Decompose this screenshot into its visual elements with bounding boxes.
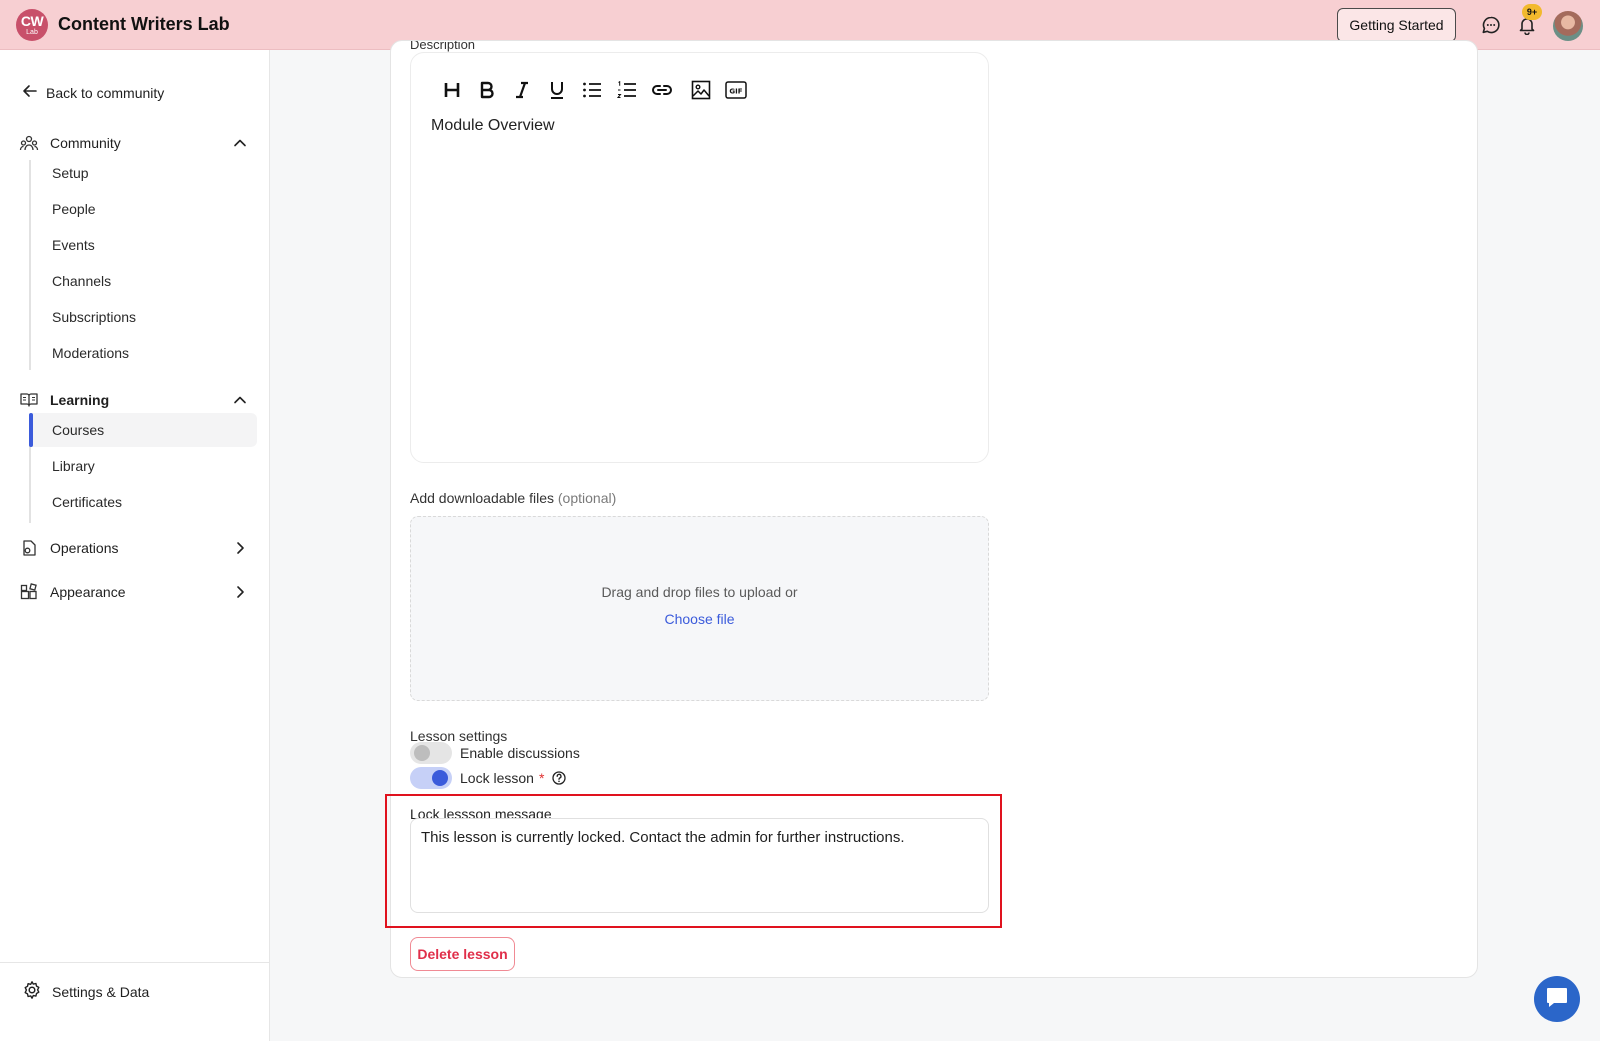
chat-bubble-icon[interactable] bbox=[1480, 14, 1502, 36]
sidebar-item-subscriptions[interactable]: Subscriptions bbox=[31, 300, 257, 334]
toggle-knob bbox=[432, 770, 448, 786]
bold-icon[interactable] bbox=[474, 77, 499, 102]
main-content: Description GIF Module Overview Add down… bbox=[270, 40, 1600, 1041]
getting-started-button[interactable]: Getting Started bbox=[1337, 8, 1456, 42]
chevron-up-icon[interactable] bbox=[230, 133, 250, 153]
lock-lesson-row: Lock lesson * bbox=[410, 767, 567, 789]
toggle-knob bbox=[414, 745, 430, 761]
settings-and-data-link[interactable]: Settings & Data bbox=[22, 980, 149, 1003]
sidebar-section-operations[interactable]: Operations bbox=[18, 535, 250, 561]
sidebar-item-people[interactable]: People bbox=[31, 192, 257, 226]
chevron-right-icon[interactable] bbox=[230, 582, 250, 602]
chat-icon bbox=[1544, 984, 1570, 1015]
sidebar-item-library[interactable]: Library bbox=[31, 449, 257, 483]
required-asterisk: * bbox=[538, 770, 545, 786]
gif-icon[interactable]: GIF bbox=[723, 77, 748, 102]
support-chat-button[interactable] bbox=[1534, 976, 1580, 1022]
underline-icon[interactable] bbox=[544, 77, 569, 102]
app-title[interactable]: Content Writers Lab bbox=[58, 14, 230, 35]
sidebar-footer: Settings & Data bbox=[0, 962, 269, 1041]
help-circle-icon[interactable] bbox=[552, 771, 567, 785]
sidebar-section-community[interactable]: Community bbox=[18, 130, 250, 156]
delete-lesson-button[interactable]: Delete lesson bbox=[410, 937, 515, 971]
link-icon[interactable] bbox=[649, 77, 674, 102]
community-logo[interactable]: CW Lab bbox=[16, 9, 48, 41]
community-icon bbox=[18, 132, 40, 154]
editor-content[interactable]: Module Overview bbox=[431, 117, 555, 135]
lock-lesson-toggle[interactable] bbox=[410, 767, 452, 789]
bullet-list-icon[interactable] bbox=[579, 77, 604, 102]
sidebar-item-setup[interactable]: Setup bbox=[31, 156, 257, 190]
sidebar: Back to community Community Setup People… bbox=[0, 50, 270, 1041]
arrow-left-icon bbox=[22, 83, 38, 102]
image-icon[interactable] bbox=[688, 77, 713, 102]
user-avatar[interactable] bbox=[1553, 11, 1583, 41]
description-editor[interactable]: GIF Module Overview bbox=[410, 52, 989, 463]
notification-badge: 9+ bbox=[1522, 4, 1542, 20]
enable-discussions-row: Enable discussions bbox=[410, 742, 580, 764]
sidebar-item-events[interactable]: Events bbox=[31, 228, 257, 262]
sidebar-item-channels[interactable]: Channels bbox=[31, 264, 257, 298]
italic-icon[interactable] bbox=[509, 77, 534, 102]
editor-toolbar: GIF bbox=[439, 77, 748, 102]
sidebar-item-certificates[interactable]: Certificates bbox=[31, 485, 257, 519]
chevron-right-icon[interactable] bbox=[230, 538, 250, 558]
sidebar-section-learning[interactable]: Learning bbox=[18, 387, 250, 413]
back-to-community-link[interactable]: Back to community bbox=[22, 83, 164, 102]
operations-icon bbox=[18, 537, 40, 559]
chevron-up-icon[interactable] bbox=[230, 390, 250, 410]
sidebar-item-courses[interactable]: Courses bbox=[29, 413, 257, 447]
dropzone-text: Drag and drop files to upload or bbox=[601, 584, 798, 600]
lock-message-textarea[interactable]: This lesson is currently locked. Contact… bbox=[410, 818, 989, 913]
downloadable-files-label: Add downloadable files (optional) bbox=[410, 490, 617, 506]
lesson-edit-card: Description GIF Module Overview Add down… bbox=[385, 40, 1478, 978]
file-dropzone[interactable]: Drag and drop files to upload or Choose … bbox=[410, 516, 989, 701]
enable-discussions-toggle[interactable] bbox=[410, 742, 452, 764]
heading-icon[interactable] bbox=[439, 77, 464, 102]
gear-icon bbox=[22, 980, 42, 1003]
choose-file-link[interactable]: Choose file bbox=[411, 611, 988, 627]
appearance-icon bbox=[18, 581, 40, 603]
svg-text:GIF: GIF bbox=[729, 87, 742, 95]
sidebar-section-appearance[interactable]: Appearance bbox=[18, 579, 250, 605]
numbered-list-icon[interactable] bbox=[614, 77, 639, 102]
book-icon bbox=[18, 389, 40, 411]
sidebar-item-moderations[interactable]: Moderations bbox=[31, 336, 257, 370]
